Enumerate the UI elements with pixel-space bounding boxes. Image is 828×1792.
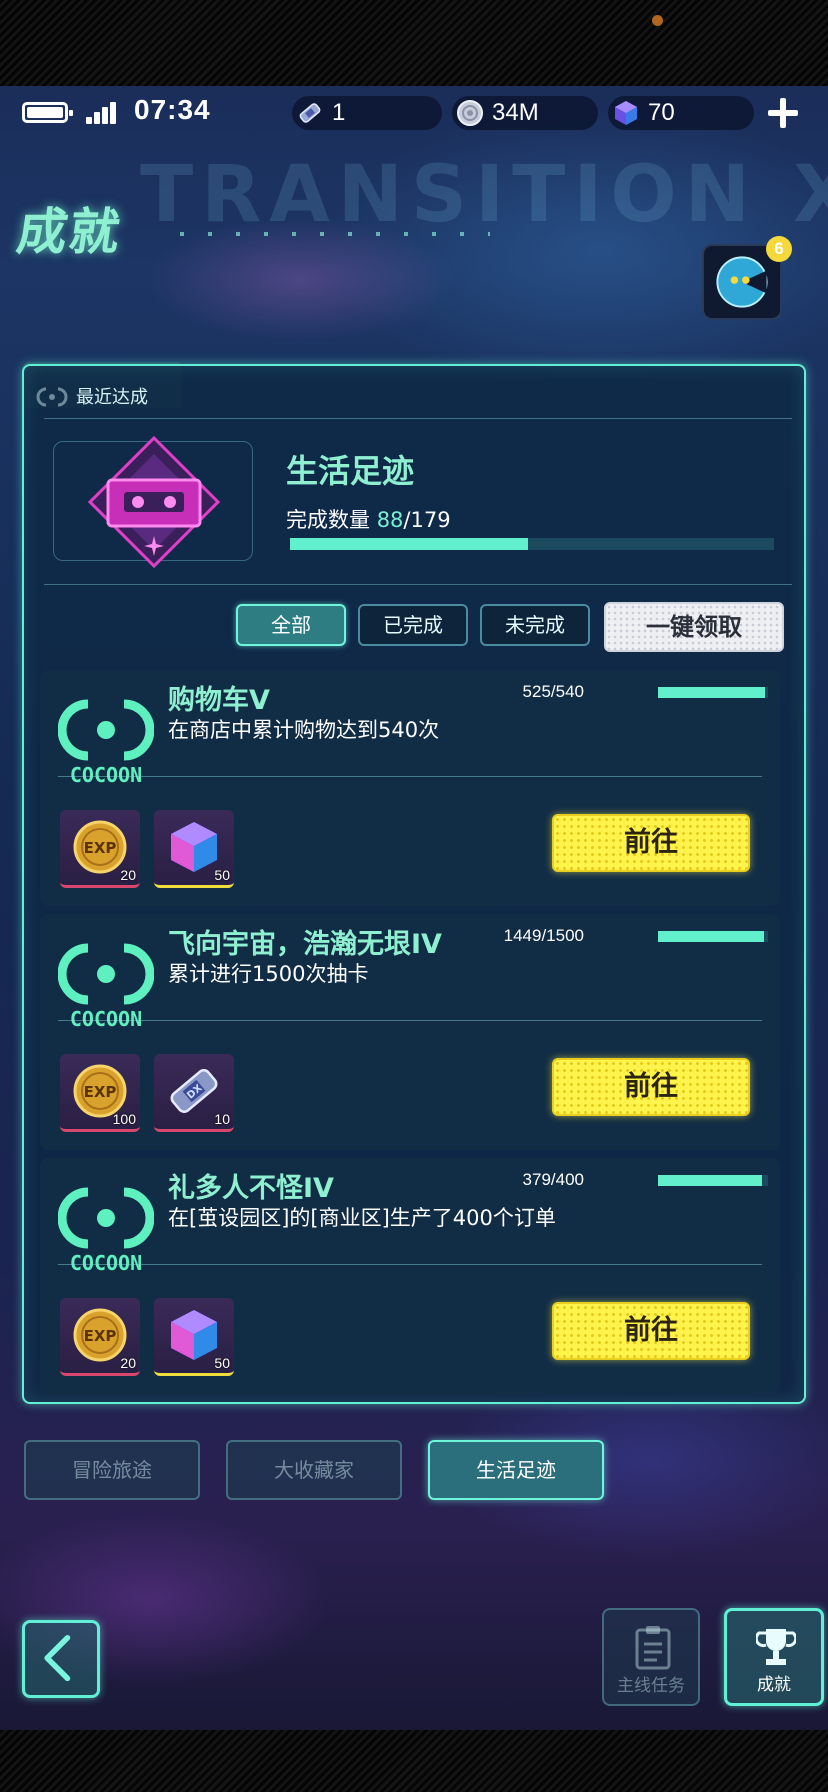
notification-badge: 6 [766,236,792,262]
trophy-icon [756,1629,796,1665]
reward-item[interactable]: EXP 100 [60,1054,140,1132]
reward-qty: 50 [214,1355,230,1371]
achievement-progress-fill [658,687,765,698]
go-button[interactable]: 前往 [552,814,750,872]
device-bottom-bezel [0,1730,828,1792]
cocoon-logo-text: COCOON [70,1007,142,1030]
coins-value: 34M [492,99,539,126]
achievement-desc: 在商店中累计购物达到540次 [168,718,440,742]
resource-gems[interactable]: 70 [608,96,754,130]
achievement-name: 礼多人不怪IV [168,1173,334,1204]
go-button[interactable]: 前往 [552,1302,750,1360]
reward-item[interactable]: EXP 20 [60,1298,140,1376]
recent-achieved-label: 最近达成 [76,387,148,408]
achievement-progress-fill [658,931,765,942]
cocoon-small-icon [36,387,68,407]
chevron-left-icon [44,1635,71,1682]
go-button[interactable]: 前往 [552,1058,750,1116]
achievement-count: 1449/1500 [503,926,584,945]
progress-total: /179 [403,508,451,532]
ticket-icon [299,103,321,123]
svg-text:EXP: EXP [84,1327,117,1345]
page-title: 成就 [13,203,126,261]
achievement-name: 飞向宇宙，浩瀚无垠IV [168,929,442,960]
featured-progress-fill [290,538,528,550]
panel-divider [44,418,792,419]
card-divider [58,1264,762,1265]
cocoon-logo-icon: COCOON [58,943,154,1030]
progress-value: 88 [376,508,404,532]
signal-icon [86,102,116,124]
nav-main-quest[interactable]: 主线任务 [602,1608,700,1706]
featured-progress-bar [290,538,774,550]
avatar[interactable]: 6 [702,236,792,320]
achievement-card: COCOON 购物车V 在商店中累计购物达到540次 525/540 EXP 2… [40,670,780,906]
camera-dot [652,15,663,26]
card-divider [58,776,762,777]
reward-qty: 10 [214,1111,230,1127]
card-divider [58,1020,762,1021]
cocoon-logo-icon: COCOON [58,1187,154,1274]
featured-divider [44,584,792,585]
achievement-desc: 在[茧设园区]的[商业区]生产了400个订单 [168,1206,556,1230]
filter-incomplete[interactable]: 未完成 [480,604,590,646]
achievement-desc: 累计进行1500次抽卡 [168,962,369,986]
reward-item[interactable]: DX 10 [154,1054,234,1132]
reward-qty: 50 [214,867,230,883]
gem-cube-icon [615,101,637,125]
back-button[interactable] [22,1620,100,1698]
filter-completed[interactable]: 已完成 [358,604,468,646]
device-top-bezel [0,0,828,86]
svg-text:EXP: EXP [84,839,117,857]
reward-item[interactable]: 50 [154,1298,234,1376]
title-decoration [180,232,490,236]
cocoon-logo-icon: COCOON [58,699,154,786]
progress-label: 完成数量 [286,508,370,532]
resource-tickets[interactable]: 1 [292,96,442,130]
reward-item[interactable]: 50 [154,810,234,888]
reward-qty: 20 [120,867,136,883]
svg-text:EXP: EXP [84,1083,117,1101]
achievement-progress-fill [658,1175,763,1186]
coin-disc-icon [457,100,483,126]
reward-qty: 20 [120,1355,136,1371]
claim-all-button[interactable]: 一键领取 [604,602,784,652]
category-tab-adventure[interactable]: 冒险旅途 [24,1440,200,1500]
featured-progress-text: 完成数量 88/179 [286,504,451,534]
nav-achievements[interactable]: 成就 [724,1608,824,1706]
add-currency-icon[interactable] [766,96,800,130]
filter-all[interactable]: 全部 [236,604,346,646]
category-tab-collector[interactable]: 大收藏家 [226,1440,402,1500]
game-scene: 07:34 1 34M 70 TRANSITION 成就 6 最近达成 生活足迹… [0,0,828,1792]
achievement-count: 379/400 [522,1170,584,1189]
cocoon-logo-text: COCOON [70,1251,142,1274]
header-background-text: TRANSITION XXX [140,150,828,240]
status-bar: 07:34 1 34M 70 [0,92,828,132]
category-tab-life[interactable]: 生活足迹 [428,1440,604,1500]
cocoon-logo-text: COCOON [70,763,142,786]
achievement-progress-bar [658,1175,768,1186]
reward-item[interactable]: EXP 20 [60,810,140,888]
featured-achievement-name: 生活足迹 [286,452,415,490]
reward-qty: 100 [112,1111,136,1127]
achievement-progress-bar [658,931,768,942]
battery-icon [22,102,73,123]
cassette-emblem-icon [87,435,221,569]
achievement-progress-bar [658,687,768,698]
resource-coins[interactable]: 34M [452,96,598,130]
gems-value: 70 [648,99,675,126]
clipboard-icon [635,1626,671,1670]
achievement-name: 购物车V [168,685,270,716]
clock-time: 07:34 [134,94,211,125]
nav-main-quest-label: 主线任务 [617,1676,685,1696]
achievement-card: COCOON 礼多人不怪IV 在[茧设园区]的[商业区]生产了400个订单 37… [40,1158,780,1394]
achievement-count: 525/540 [522,682,584,701]
nav-achievements-label: 成就 [757,1675,791,1695]
tickets-value: 1 [332,99,346,126]
achievement-card: COCOON 飞向宇宙，浩瀚无垠IV 累计进行1500次抽卡 1449/1500… [40,914,780,1150]
